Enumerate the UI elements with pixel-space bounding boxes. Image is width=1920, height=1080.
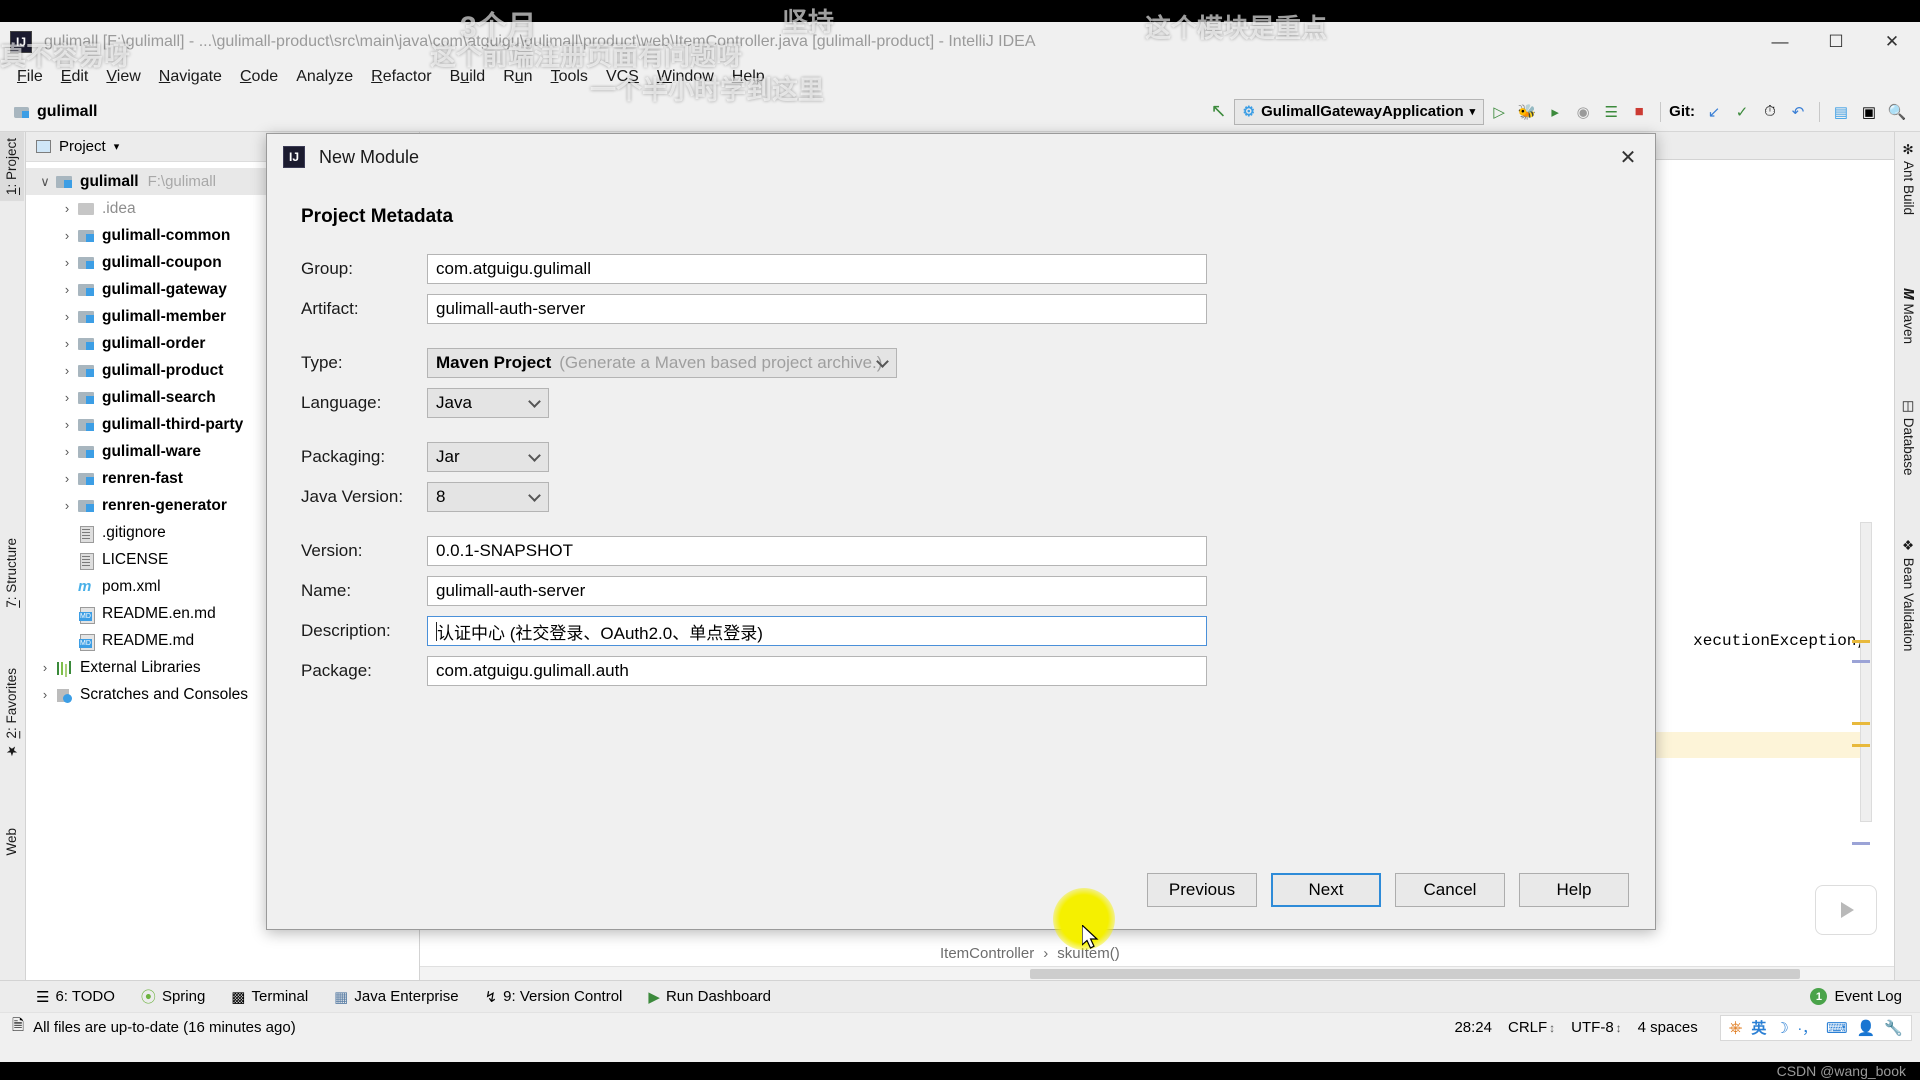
type-value: Maven Project xyxy=(436,353,552,372)
field-row-name: Name: gulimall-auth-server xyxy=(301,576,1621,606)
java-version-dropdown[interactable]: 8 xyxy=(427,482,549,512)
name-label: Name: xyxy=(301,581,352,600)
field-row-packaging: Packaging: Jar xyxy=(301,442,1621,472)
version-label: Version: xyxy=(301,541,363,560)
language-dropdown[interactable]: Java xyxy=(427,388,549,418)
chevron-down-icon xyxy=(528,449,541,462)
csdn-watermark: CSDN @wang_book xyxy=(1776,1063,1906,1079)
description-label: Description: xyxy=(301,621,391,640)
field-row-language: Language: Java xyxy=(301,388,1621,418)
field-row-package: Package: com.atguigu.gulimall.auth xyxy=(301,656,1621,686)
artifact-input[interactable]: gulimall-auth-server xyxy=(427,294,1207,324)
dialog-close-icon[interactable]: ✕ xyxy=(1611,142,1645,172)
package-label: Package: xyxy=(301,661,372,680)
floating-play-button[interactable] xyxy=(1815,885,1877,935)
bottom-black-letterbox xyxy=(0,1062,1920,1080)
previous-button[interactable]: Previous xyxy=(1147,873,1257,907)
language-value: Java xyxy=(436,393,472,412)
modal-overlay: IJ New Module ✕ Project Metadata Group: … xyxy=(0,0,1920,1080)
type-label: Type: xyxy=(301,353,343,372)
dialog-title-bar: IJ New Module xyxy=(267,134,1655,180)
dialog-body: Project Metadata Group: com.atguigu.guli… xyxy=(267,180,1655,686)
description-input[interactable]: 认证中心 (社交登录、OAuth2.0、单点登录) xyxy=(427,616,1207,646)
intellij-logo-icon: IJ xyxy=(283,146,305,168)
play-triangle-icon xyxy=(1841,902,1854,918)
screen: IJ gulimall [F:\gulimall] - ...\gulimall… xyxy=(0,0,1920,1080)
version-input[interactable]: 0.0.1-SNAPSHOT xyxy=(427,536,1207,566)
field-row-java-version: Java Version: 8 xyxy=(301,482,1621,512)
field-row-version: Version: 0.0.1-SNAPSHOT xyxy=(301,536,1621,566)
java-version-label: Java Version: xyxy=(301,487,404,506)
language-label: Language: xyxy=(301,393,382,412)
type-hint: (Generate a Maven based project archive.… xyxy=(559,353,883,372)
field-row-group: Group: com.atguigu.gulimall xyxy=(301,254,1621,284)
packaging-dropdown[interactable]: Jar xyxy=(427,442,549,472)
next-button[interactable]: Next xyxy=(1271,873,1381,907)
section-heading: Project Metadata xyxy=(301,206,454,227)
group-label: Group: xyxy=(301,259,353,278)
artifact-label: Artifact: xyxy=(301,299,359,318)
description-value: 认证中心 (社交登录、OAuth2.0、单点登录) xyxy=(437,623,763,643)
new-module-dialog: IJ New Module ✕ Project Metadata Group: … xyxy=(266,133,1656,930)
cancel-button[interactable]: Cancel xyxy=(1395,873,1505,907)
chevron-down-icon xyxy=(528,489,541,502)
field-row-artifact: Artifact: gulimall-auth-server xyxy=(301,294,1621,324)
field-row-description: Description: 认证中心 (社交登录、OAuth2.0、单点登录) xyxy=(301,616,1621,646)
package-input[interactable]: com.atguigu.gulimall.auth xyxy=(427,656,1207,686)
type-dropdown[interactable]: Maven Project (Generate a Maven based pr… xyxy=(427,348,897,378)
help-button[interactable]: Help xyxy=(1519,873,1629,907)
java-version-value: 8 xyxy=(436,487,446,506)
name-input[interactable]: gulimall-auth-server xyxy=(427,576,1207,606)
chevron-down-icon xyxy=(528,395,541,408)
group-input[interactable]: com.atguigu.gulimall xyxy=(427,254,1207,284)
packaging-label: Packaging: xyxy=(301,447,386,466)
dialog-footer: Previous Next Cancel Help xyxy=(1147,873,1629,907)
dialog-title: New Module xyxy=(319,146,420,167)
field-row-type: Type: Maven Project (Generate a Maven ba… xyxy=(301,348,1621,378)
packaging-value: Jar xyxy=(436,447,460,466)
